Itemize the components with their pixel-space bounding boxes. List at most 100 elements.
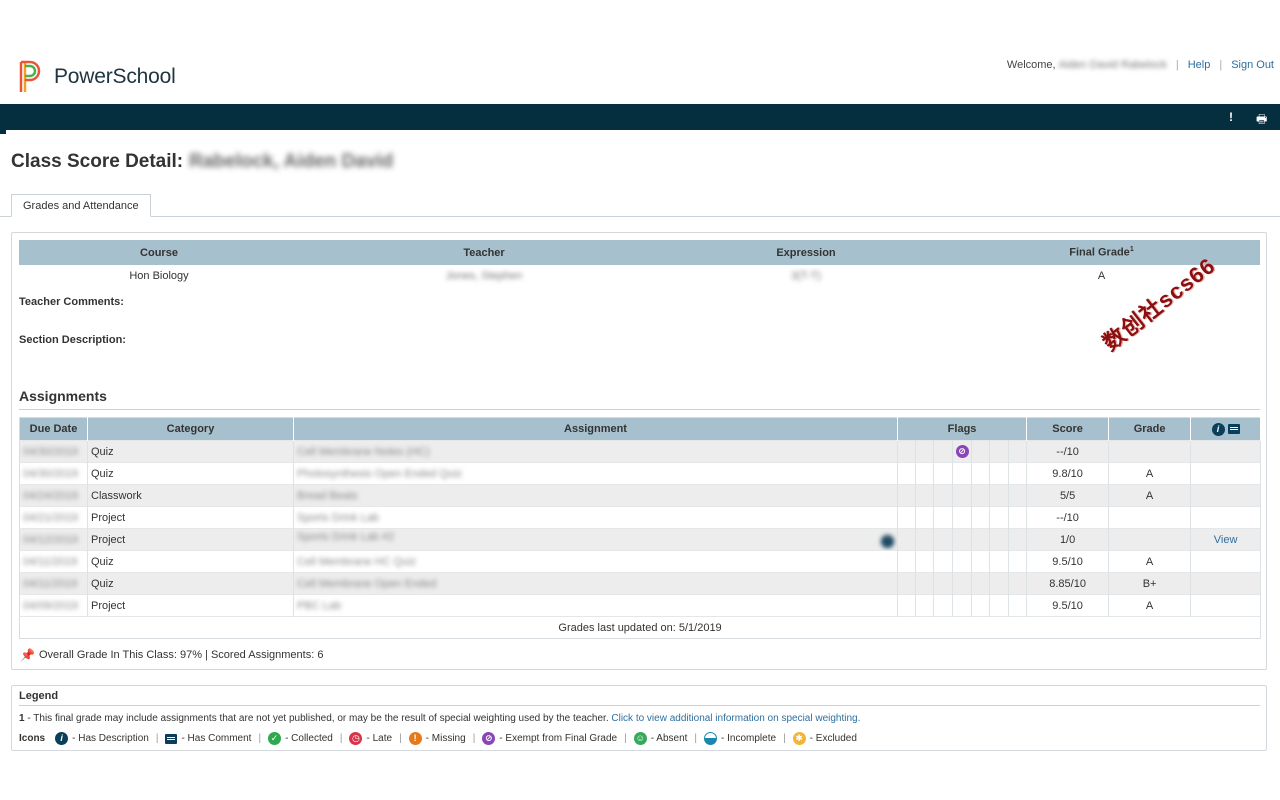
description-icon[interactable]: i (881, 535, 894, 548)
assignment-cell[interactable]: Photosynthesis Open Ended Quiz (293, 462, 898, 485)
flag-cell (971, 462, 990, 485)
grade-cell: B+ (1108, 572, 1192, 595)
flag-cell (1008, 528, 1028, 551)
flag-cell (1008, 550, 1028, 573)
flag-cell (989, 506, 1009, 529)
flag-cell (971, 572, 990, 595)
special-weighting-link[interactable]: Click to view additional information on … (611, 713, 860, 724)
flag-cell (897, 550, 916, 573)
separator: | (694, 733, 698, 744)
assignment-cell[interactable]: Bread Beats (293, 484, 898, 507)
due-date-cell: 04/11/2019 (19, 572, 88, 595)
assignment-cell[interactable]: Sports Drink Lab #2 i (293, 528, 898, 551)
separator: | (339, 733, 343, 744)
flag-cell: ⊘ (952, 440, 972, 463)
action-cell (1190, 484, 1262, 507)
action-cell (1190, 440, 1262, 463)
sign-out-link[interactable]: Sign Out (1231, 59, 1274, 71)
teacher-name[interactable]: Jones, Stephen (299, 265, 669, 286)
powerschool-logo-icon (19, 60, 41, 92)
category-header[interactable]: Category (87, 417, 294, 441)
help-link[interactable]: Help (1188, 59, 1211, 71)
teacher-header: Teacher (299, 240, 669, 265)
flag-cell (1008, 484, 1028, 507)
flag-cell (1008, 572, 1028, 595)
assignment-cell[interactable]: PBC Lab (293, 594, 898, 617)
info-icon: i (1211, 422, 1225, 436)
flag-cell (1008, 594, 1028, 617)
nav-corner (0, 126, 6, 134)
icons-label: Icons (19, 733, 46, 744)
separator: | (258, 733, 262, 744)
assignment-cell[interactable]: Cell Membrane Notes (HC) (293, 440, 898, 463)
grade-cell (1108, 440, 1192, 463)
score-cell: 9.5/10 (1026, 594, 1110, 617)
flag-cell (1008, 440, 1028, 463)
flag-cell (989, 594, 1009, 617)
tab-grades-and-attendance[interactable]: Grades and Attendance (11, 194, 151, 217)
grade-cell: A (1108, 594, 1192, 617)
flag-cell (952, 462, 972, 485)
flag-cell (952, 506, 972, 529)
late-icon: ◷ (349, 732, 363, 745)
category-cell: Quiz (87, 462, 294, 485)
assignment-cell[interactable]: Sports Drink Lab (293, 506, 898, 529)
action-cell (1190, 550, 1262, 573)
flag-cell (915, 594, 934, 617)
teacher-comments-label: Teacher Comments: (19, 296, 124, 308)
due-date-header[interactable]: Due Date (19, 417, 88, 441)
flag-cell (971, 550, 990, 573)
assignment-header[interactable]: Assignment (293, 417, 898, 441)
assignment-row: 04/11/2019 Quiz Cell Membrane HC Quiz 9.5/1… (19, 550, 1262, 573)
powerschool-logo[interactable]: PowerSchool (18, 60, 176, 94)
due-date-cell: 04/30/2019 (19, 462, 88, 485)
flag-cell (989, 440, 1009, 463)
legend-description: - Has Description (72, 733, 149, 744)
flags-header: Flags (897, 417, 1028, 441)
flag-cell (952, 594, 972, 617)
flag-cell (915, 572, 934, 595)
flag-cell (952, 528, 972, 551)
legend-excluded: - Excluded (809, 733, 857, 744)
score-header[interactable]: Score (1026, 417, 1110, 441)
score-cell: 1/0 (1026, 528, 1110, 551)
separator: | (1219, 59, 1223, 71)
page-title: Class Score Detail: Rabelock, Aiden Davi… (11, 151, 393, 173)
grade-header[interactable]: Grade (1108, 417, 1192, 441)
legend-missing: - Missing (425, 733, 466, 744)
category-cell: Quiz (87, 550, 294, 573)
action-cell (1190, 462, 1262, 485)
grade-cell: A (1108, 550, 1192, 573)
legend-collected: - Collected (285, 733, 333, 744)
print-icon[interactable]: 🖶 (1256, 110, 1267, 131)
flag-cell (989, 572, 1009, 595)
assignment-cell[interactable]: Cell Membrane HC Quiz (293, 550, 898, 573)
alert-icon[interactable]: ! (1229, 110, 1233, 124)
category-cell: Quiz (87, 572, 294, 595)
view-link[interactable]: View (1214, 534, 1238, 546)
separator: | (472, 733, 476, 744)
score-cell: 9.5/10 (1026, 550, 1110, 573)
action-cell (1190, 506, 1262, 529)
category-cell: Quiz (87, 440, 294, 463)
flag-cell (952, 550, 972, 573)
flag-cell (989, 484, 1009, 507)
missing-icon: ! (408, 732, 422, 745)
assignment-cell[interactable]: Cell Membrane Open Ended (293, 572, 898, 595)
grade-cell (1108, 528, 1192, 551)
legend-incomplete: - Incomplete (721, 733, 777, 744)
assignment-row: 04/12/2019 Project Sports Drink Lab #2 i 1/0… (19, 528, 1262, 551)
flag-cell (989, 550, 1009, 573)
assignment-row: 04/30/2019 Quiz Photosynthesis Open Ended … (19, 462, 1262, 485)
due-date-cell: 04/11/2019 (19, 550, 88, 573)
excluded-icon: ✱ (792, 732, 806, 745)
flag-cell (897, 572, 916, 595)
separator: | (399, 733, 402, 744)
legend-note-text: - This final grade may include assignmen… (24, 713, 612, 724)
flag-cell (989, 462, 1009, 485)
flag-cell (971, 528, 990, 551)
flag-cell (897, 440, 916, 463)
final-grade-header: Final Grade1 (943, 240, 1260, 265)
category-cell: Project (87, 506, 294, 529)
legend-comment: - Has Comment (181, 733, 252, 744)
